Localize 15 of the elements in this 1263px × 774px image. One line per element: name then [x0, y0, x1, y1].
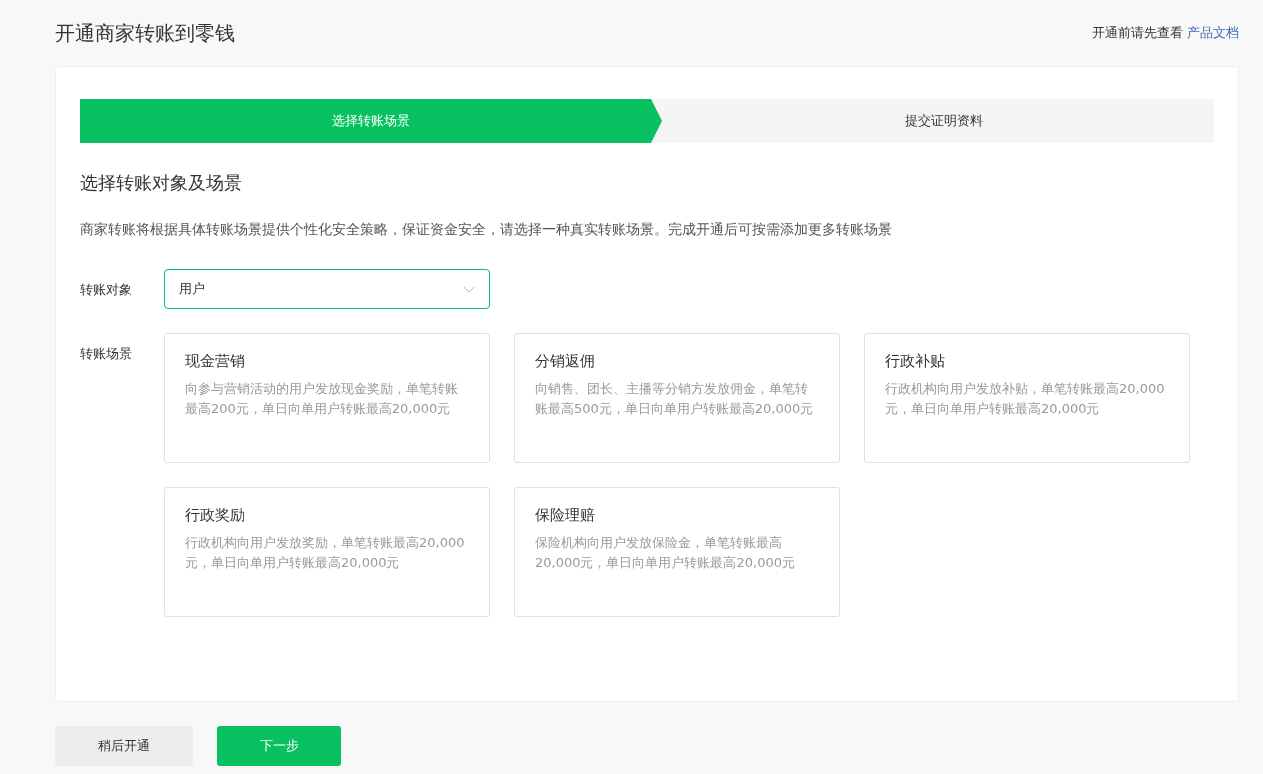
- scenario-card[interactable]: 现金营销 向参与营销活动的用户发放现金奖励，单笔转账最高200元，单日向单用户转账最高20,000元: [164, 333, 490, 463]
- later-button[interactable]: 稍后开通: [55, 726, 193, 766]
- scenario-card[interactable]: 分销返佣 向销售、团长、主播等分销方发放佣金，单笔转账最高500元，单日向单用户转账最高20,000元: [514, 333, 840, 463]
- scenario-card[interactable]: 行政补贴 行政机构向用户发放补贴，单笔转账最高20,000元，单日向单用户转账最高20,000元: [864, 333, 1190, 463]
- scenario-card[interactable]: 保险理赔 保险机构向用户发放保险金，单笔转账最高20,000元，单日向单用户转账最高20,000元: [514, 487, 840, 617]
- section-title: 选择转账对象及场景: [80, 171, 243, 195]
- field-label: 转账场景: [80, 345, 133, 363]
- scenario-card[interactable]: 行政奖励 行政机构向用户发放奖励，单笔转账最高20,000元，单日向单用户转账最高20,000元: [164, 487, 490, 617]
- field-label: 转账对象: [80, 281, 133, 299]
- docs-link[interactable]: 产品文档: [1187, 24, 1239, 42]
- page-title: 开通商家转账到零钱: [55, 19, 235, 47]
- chevron-down-icon: [463, 285, 475, 293]
- target-select[interactable]: 用户: [164, 269, 490, 309]
- help-text: 开通前请先查看: [1092, 24, 1183, 42]
- section-description: 商家转账将根据具体转账场景提供个性化安全策略，保证资金安全，请选择一种真实转账场景。完成开通后可按需添加更多转账场景: [80, 221, 893, 239]
